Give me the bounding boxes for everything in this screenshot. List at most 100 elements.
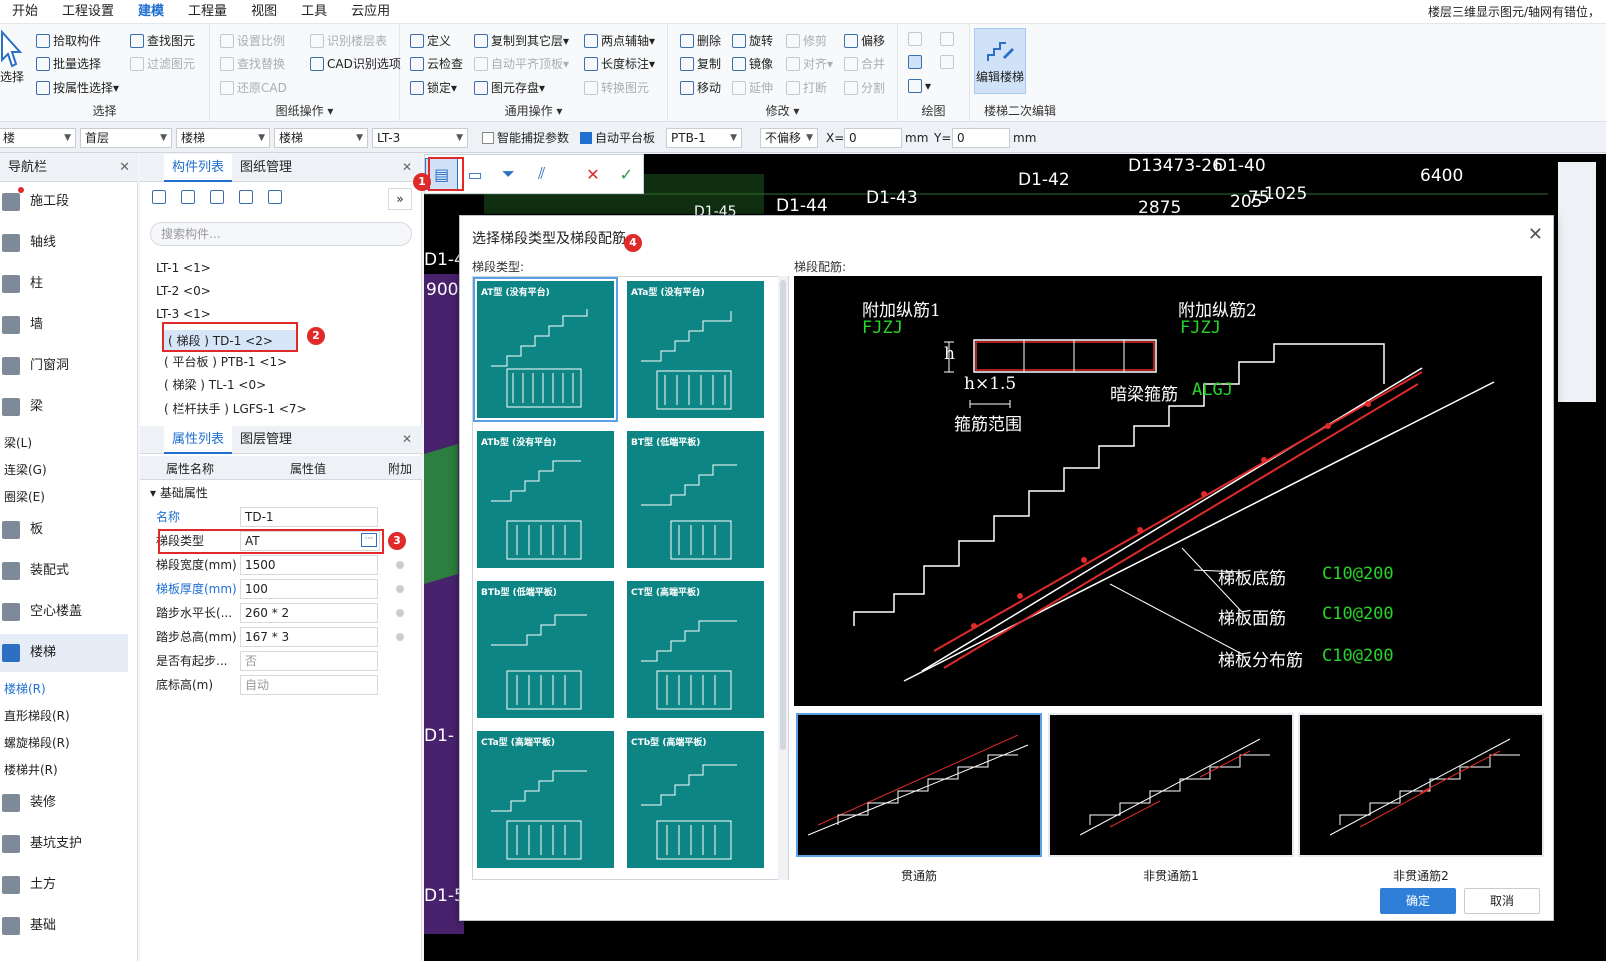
type-thumb-ct[interactable]: CT型 (高端平板) [625, 579, 766, 720]
nav-item-wall[interactable]: 墙 [0, 306, 128, 344]
floor-type-combo[interactable]: 楼 ▼ [0, 128, 76, 148]
delete-component-icon[interactable] [210, 190, 224, 204]
nav-sub-ring-beam[interactable]: 圈梁(E) [4, 488, 45, 505]
tree-item-lgfs1[interactable]: ( 栏杆扶手 ) LGFS-1 <7> [164, 400, 307, 417]
auto-align-top-button[interactable]: 自动平齐顶板 ▾ [474, 55, 569, 72]
batch-select-button[interactable]: 批量选择 [36, 55, 101, 72]
nav-item-segment[interactable]: 施工段 [0, 183, 128, 221]
option-non-through-1[interactable] [1048, 713, 1294, 857]
merge-button[interactable]: 合并 [844, 55, 885, 72]
smart-snap-checkbox[interactable]: 智能捕捉参数 [482, 129, 569, 147]
prop-value-input[interactable]: 100 [240, 579, 378, 599]
search-input[interactable]: 搜索构件... [150, 222, 412, 246]
tree-item-ptb1[interactable]: ( 平台板 ) PTB-1 <1> [164, 353, 287, 370]
cad-options-button[interactable]: CAD识别选项 [310, 55, 401, 72]
extra-dot[interactable] [396, 585, 404, 593]
extra-dot[interactable] [396, 609, 404, 617]
tree-item-lt3[interactable]: LT-3 <1> [156, 307, 211, 321]
duplicate-icon[interactable] [239, 190, 253, 204]
confirm-check-icon[interactable]: ✓ [610, 158, 643, 190]
option-through-bar[interactable] [796, 713, 1042, 857]
type-combo[interactable]: 楼梯 ▼ [274, 128, 368, 148]
mirror-button[interactable]: 镜像 [732, 55, 773, 72]
nav-item-axis[interactable]: 轴线 [0, 224, 128, 262]
two-point-axis-button[interactable]: 两点辅轴 ▾ [584, 32, 655, 49]
tab-property-list[interactable]: 属性列表 [164, 426, 233, 454]
x-input[interactable]: 0 [844, 128, 902, 148]
menu-project-settings[interactable]: 工程设置 [50, 0, 126, 24]
scroll-thumb[interactable] [780, 280, 786, 750]
menu-modeling[interactable]: 建模 [126, 0, 176, 24]
find-replace-button[interactable]: 查找替换 [220, 55, 285, 72]
nav-item-earthwork[interactable]: 土方 [0, 866, 128, 904]
length-dim-button[interactable]: 长度标注 ▾ [584, 55, 655, 72]
nav-item-slab[interactable]: 板 [0, 511, 128, 549]
break-button[interactable]: 打断 [786, 79, 827, 96]
copy-to-floor-button[interactable]: 复制到其它层 ▾ [474, 32, 569, 49]
save-component-icon[interactable] [268, 190, 282, 204]
option-non-through-2[interactable] [1298, 713, 1544, 857]
type-thumb-cta[interactable]: CTa型 (高端平板) [475, 729, 616, 870]
nav-item-pit-support[interactable]: 基坑支护 [0, 825, 128, 863]
platform-combo[interactable]: PTB-1 ▼ [666, 128, 742, 148]
rotate-point-button[interactable] [940, 32, 957, 46]
tree-item-lt1[interactable]: LT-1 <1> [156, 261, 211, 275]
edit-stair-button[interactable]: 编辑楼梯 [974, 28, 1026, 94]
prop-value-input[interactable]: 167 * 3 [240, 627, 378, 647]
prop-value-input[interactable]: 自动 [240, 675, 378, 695]
floor-combo[interactable]: 首层 ▼ [80, 128, 172, 148]
y-input[interactable]: 0 [952, 128, 1010, 148]
menu-tools[interactable]: 工具 [289, 0, 339, 24]
nav-sub-link-beam[interactable]: 连梁(G) [4, 461, 47, 478]
menu-cloud[interactable]: 云应用 [339, 0, 402, 24]
nav-item-foundation[interactable]: 基础 [0, 907, 128, 945]
prop-value-input[interactable]: 1500 [240, 555, 378, 575]
nav-sub-straight-flight[interactable]: 直形梯段(R) [4, 707, 70, 724]
lock-button[interactable]: 锁定 ▾ [410, 79, 457, 96]
cancel-x-icon[interactable]: ✕ [576, 158, 609, 190]
filter-element-button[interactable]: 过滤图元 [130, 55, 195, 72]
menu-view[interactable]: 视图 [239, 0, 289, 24]
nav-sub-stairwell[interactable]: 楼梯井(R) [4, 761, 58, 778]
type-thumb-bt[interactable]: BT型 (低端平板) [625, 429, 766, 570]
pick-component-button[interactable]: 拾取构件 [36, 32, 101, 49]
component-combo[interactable]: LT-3 ▼ [372, 128, 468, 148]
find-element-button[interactable]: 查找图元 [130, 32, 195, 49]
nav-item-beam[interactable]: 梁 [0, 388, 128, 426]
ok-button[interactable]: 确定 [1380, 888, 1456, 914]
new-component-icon[interactable] [152, 190, 166, 204]
offset-combo[interactable]: 不偏移 ▼ [760, 128, 818, 148]
nav-item-column[interactable]: 柱 [0, 265, 128, 303]
cancel-button[interactable]: 取消 [1464, 888, 1540, 914]
save-element-button[interactable]: 图元存盘 ▾ [474, 79, 545, 96]
rect-draw-button[interactable] [940, 55, 957, 69]
prop-value-input[interactable]: 260 * 2 [240, 603, 378, 623]
cloud-check-button[interactable]: 云检查 [410, 55, 463, 72]
nav-item-prefab[interactable]: 装配式 [0, 552, 128, 590]
define-button[interactable]: 定义 [410, 32, 451, 49]
nav-item-opening[interactable]: 门窗洞 [0, 347, 128, 385]
convert-element-button[interactable]: 转换图元 [584, 79, 649, 96]
select-by-attr-button[interactable]: 按属性选择 ▾ [36, 79, 119, 96]
nav-sub-beam[interactable]: 梁(L) [4, 434, 32, 451]
copy-component-icon[interactable] [181, 190, 195, 204]
auto-platform-checkbox[interactable]: 自动平台板 [580, 129, 655, 147]
nav-sub-stair[interactable]: 楼梯(R) [4, 680, 46, 697]
set-scale-button[interactable]: 设置比例 [220, 32, 285, 49]
close-icon[interactable]: ✕ [1528, 224, 1543, 245]
type-thumb-ata[interactable]: ATa型 (没有平台) [625, 279, 766, 420]
point-draw-button[interactable] [908, 32, 925, 46]
rotate-button[interactable]: 旋转 [732, 32, 773, 49]
nav-item-hollow[interactable]: 空心楼盖 [0, 593, 128, 631]
line-draw-button[interactable] [908, 55, 925, 69]
recognize-floor-button[interactable]: 识别楼层表 [310, 32, 387, 49]
arc-draw-button[interactable]: ▾ [908, 79, 931, 93]
close-icon[interactable]: ✕ [402, 160, 412, 174]
type-scrollbar[interactable] [778, 276, 788, 880]
align-button[interactable]: 对齐 ▾ [786, 55, 833, 72]
tab-drawing-manage[interactable]: 图纸管理 [232, 154, 300, 182]
extra-dot[interactable] [396, 633, 404, 641]
type-thumb-ctb[interactable]: CTb型 (高端平板) [625, 729, 766, 870]
nav-item-stair[interactable]: 楼梯 [0, 634, 128, 672]
type-thumb-atb[interactable]: ATb型 (没有平台) [475, 429, 616, 570]
